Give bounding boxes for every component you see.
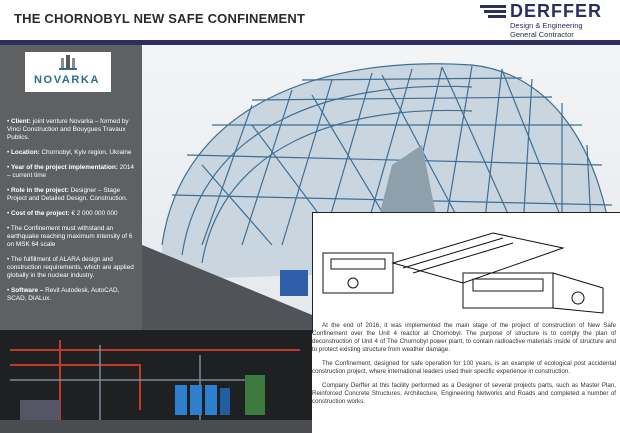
technical-drawing bbox=[312, 212, 620, 333]
novarka-mark-icon bbox=[59, 55, 77, 70]
description-paragraph-1: At the end of 2016, it was implemented t… bbox=[312, 322, 616, 353]
derffer-logo: DERFFER Design & Engineering General Con… bbox=[480, 1, 616, 39]
machinery-line-drawing bbox=[322, 232, 604, 314]
derffer-subtitle-1: Design & Engineering bbox=[510, 21, 583, 30]
fact-year: • Year of the project implementation: 20… bbox=[7, 164, 134, 179]
fact-software: • Software – Revit Autodesk, AutoCAD, SC… bbox=[7, 287, 120, 302]
interior-photo bbox=[0, 330, 312, 433]
interior-equipment-illustration bbox=[0, 330, 312, 433]
description-paragraph-2: The Confinement, designed for safe opera… bbox=[312, 360, 616, 375]
derffer-mark-icon bbox=[480, 5, 506, 18]
fact-earthquake: • The Confinement must withstand an eart… bbox=[7, 225, 133, 248]
project-facts: • Client: joint venture Novarka – formed… bbox=[7, 118, 137, 310]
fact-client: • Client: joint venture Novarka – formed… bbox=[7, 118, 129, 141]
header: THE CHORNOBYL NEW SAFE CONFINEMENT DERFF… bbox=[0, 0, 620, 40]
fact-role: • Role in the project: Designer – Stage … bbox=[7, 187, 128, 202]
fact-cost: • Cost of the project: € 2 000 000 000 bbox=[7, 210, 118, 217]
project-description: At the end of 2016, it was implemented t… bbox=[312, 322, 616, 412]
derffer-subtitle-2: General Contractor bbox=[510, 30, 574, 39]
page-title: THE CHORNOBYL NEW SAFE CONFINEMENT bbox=[14, 11, 306, 26]
novarka-name: NOVARKA bbox=[34, 74, 100, 86]
fact-location: • Location: Chornobyl, Kyiv region, Ukra… bbox=[7, 149, 132, 156]
novarka-logo: NOVARKA bbox=[25, 52, 111, 92]
description-paragraph-3: Company Derffer at this facility perform… bbox=[312, 382, 616, 405]
derffer-name: DERFFER bbox=[510, 1, 602, 21]
fact-alara: • The fulfillment of ALARA design and co… bbox=[7, 256, 134, 279]
